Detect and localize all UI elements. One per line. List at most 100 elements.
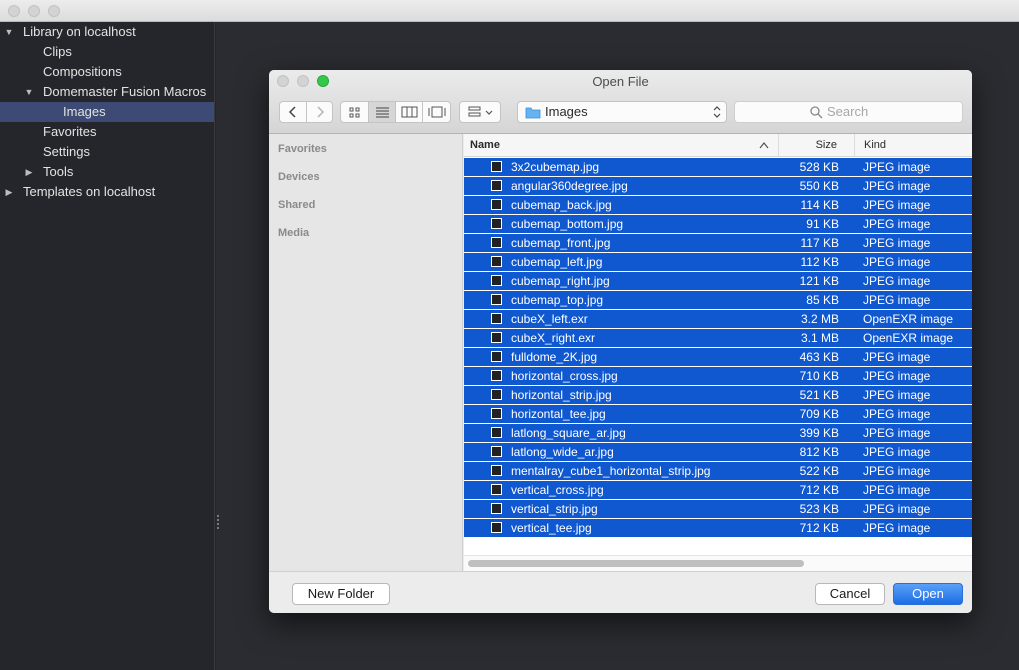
image-file-icon xyxy=(491,237,502,248)
disclosure-collapsed-icon[interactable]: ▶ xyxy=(4,182,14,202)
image-file-icon xyxy=(491,218,502,229)
close-window-button[interactable] xyxy=(8,5,20,17)
image-file-icon xyxy=(491,427,502,438)
search-field[interactable]: Search xyxy=(734,101,963,123)
tree-item[interactable]: ▶ Tools xyxy=(0,162,214,182)
icon-view-button[interactable] xyxy=(341,102,368,122)
chevron-right-icon xyxy=(317,106,325,118)
file-kind: JPEG image xyxy=(863,255,931,269)
kind-column-header[interactable]: Kind xyxy=(854,134,972,156)
file-row[interactable]: cubemap_right.jpg 121 KB JPEG image xyxy=(464,272,972,291)
disclosure-collapsed-icon[interactable]: ▶ xyxy=(24,162,34,182)
dialog-title: Open File xyxy=(592,74,649,89)
list-header: Name Size Kind xyxy=(464,134,972,157)
file-row[interactable]: cubemap_bottom.jpg 91 KB JPEG image xyxy=(464,215,972,234)
file-row[interactable]: cubemap_left.jpg 112 KB JPEG image xyxy=(464,253,972,272)
open-file-dialog: Open File Images Search Favorites Device… xyxy=(269,70,972,613)
size-column-label: Size xyxy=(815,139,837,151)
file-name: 3x2cubemap.jpg xyxy=(511,160,600,174)
tree-item[interactable]: ▶ Templates on localhost xyxy=(0,182,214,202)
file-row[interactable]: cubemap_back.jpg 114 KB JPEG image xyxy=(464,196,972,215)
file-size: 463 KB xyxy=(799,350,839,364)
sidebar-section-header[interactable]: Favorites xyxy=(278,143,327,155)
image-file-icon xyxy=(491,484,502,495)
file-size: 812 KB xyxy=(799,445,839,459)
image-file-icon xyxy=(491,408,502,419)
back-button[interactable] xyxy=(280,102,306,122)
file-size: 85 KB xyxy=(806,293,839,307)
tree-item-label: Favorites xyxy=(43,124,97,139)
sidebar-section-header[interactable]: Media xyxy=(278,227,309,239)
image-file-icon xyxy=(491,446,502,457)
horizontal-scrollbar[interactable] xyxy=(464,555,972,571)
file-row[interactable]: vertical_strip.jpg 523 KB JPEG image xyxy=(464,500,972,519)
tree-item[interactable]: ▼ Library on localhost xyxy=(0,22,214,42)
file-row[interactable]: angular360degree.jpg 550 KB JPEG image xyxy=(464,177,972,196)
file-kind: OpenEXR image xyxy=(863,331,954,345)
name-column-header[interactable]: Name xyxy=(470,134,776,156)
tree-item-label: Settings xyxy=(43,144,90,159)
file-list: Name Size Kind 3x2cubemap.jpg 528 KB JPEG … xyxy=(464,134,972,571)
cover-flow-button[interactable] xyxy=(422,102,451,122)
file-rows: 3x2cubemap.jpg 528 KB JPEG image angular360… xyxy=(464,158,972,538)
file-row[interactable]: horizontal_strip.jpg 521 KB JPEG image xyxy=(464,386,972,405)
file-size: 522 KB xyxy=(799,464,839,478)
sidebar-splitter-handle[interactable] xyxy=(217,515,221,529)
file-row[interactable]: horizontal_tee.jpg 709 KB JPEG image xyxy=(464,405,972,424)
image-file-icon xyxy=(491,465,502,476)
disclosure-expanded-icon[interactable]: ▼ xyxy=(4,22,14,42)
disclosure-expanded-icon[interactable]: ▼ xyxy=(24,82,34,102)
location-label: Images xyxy=(545,104,588,119)
file-row[interactable]: horizontal_cross.jpg 710 KB JPEG image xyxy=(464,367,972,386)
file-kind: JPEG image xyxy=(863,502,931,516)
file-row[interactable]: cubemap_top.jpg 85 KB JPEG image xyxy=(464,291,972,310)
file-name: latlong_square_ar.jpg xyxy=(511,426,626,440)
tree-item[interactable]: Favorites xyxy=(0,122,214,142)
file-row[interactable]: mentalray_cube1_horizontal_strip.jpg 522 … xyxy=(464,462,972,481)
tree-item[interactable]: ▼ Domemaster Fusion Macros xyxy=(0,82,214,102)
image-file-icon xyxy=(491,522,502,533)
tree-item-label: Library on localhost xyxy=(23,24,136,39)
size-column-header[interactable]: Size xyxy=(778,134,839,156)
file-row[interactable]: cubeX_right.exr 3.1 MB OpenEXR image xyxy=(464,329,972,348)
sidebar-section-header[interactable]: Devices xyxy=(278,171,320,183)
file-size: 523 KB xyxy=(799,502,839,516)
file-size: 112 KB xyxy=(800,255,839,269)
column-view-button[interactable] xyxy=(395,102,423,122)
file-name: vertical_tee.jpg xyxy=(511,521,592,535)
cancel-button[interactable]: Cancel xyxy=(815,583,885,605)
file-row[interactable]: vertical_tee.jpg 712 KB JPEG image xyxy=(464,519,972,538)
file-row[interactable]: fulldome_2K.jpg 463 KB JPEG image xyxy=(464,348,972,367)
sidebar-section-header[interactable]: Shared xyxy=(278,199,315,211)
image-file-icon xyxy=(491,180,502,191)
tree-item[interactable]: Settings xyxy=(0,142,214,162)
tree-item-label: Tools xyxy=(43,164,74,179)
file-row[interactable]: cubeX_left.exr 3.2 MB OpenEXR image xyxy=(464,310,972,329)
file-kind: JPEG image xyxy=(863,445,931,459)
file-row[interactable]: vertical_cross.jpg 712 KB JPEG image xyxy=(464,481,972,500)
file-row[interactable]: 3x2cubemap.jpg 528 KB JPEG image xyxy=(464,158,972,177)
arrange-dropdown[interactable] xyxy=(459,101,501,123)
file-name: cubemap_back.jpg xyxy=(511,198,612,212)
list-view-button[interactable] xyxy=(368,102,396,122)
file-name: horizontal_cross.jpg xyxy=(511,369,618,383)
tree-item[interactable]: Images xyxy=(0,102,214,122)
scrollbar-thumb[interactable] xyxy=(468,560,804,567)
file-size: 121 KB xyxy=(799,274,839,288)
file-row[interactable]: latlong_square_ar.jpg 399 KB JPEG image xyxy=(464,424,972,443)
location-popup[interactable]: Images xyxy=(517,101,727,123)
open-button[interactable]: Open xyxy=(893,583,963,605)
file-row[interactable]: latlong_wide_ar.jpg 812 KB JPEG image xyxy=(464,443,972,462)
minimize-window-button[interactable] xyxy=(28,5,40,17)
file-size: 709 KB xyxy=(799,407,839,421)
zoom-window-button[interactable] xyxy=(48,5,60,17)
forward-button[interactable] xyxy=(306,102,333,122)
file-name: latlong_wide_ar.jpg xyxy=(511,445,614,459)
new-folder-button[interactable]: New Folder xyxy=(292,583,390,605)
tree-item[interactable]: Clips xyxy=(0,42,214,62)
file-row[interactable]: cubemap_front.jpg 117 KB JPEG image xyxy=(464,234,972,253)
tree-item[interactable]: Compositions xyxy=(0,62,214,82)
image-file-icon xyxy=(491,503,502,514)
file-name: angular360degree.jpg xyxy=(511,179,628,193)
file-size: 91 KB xyxy=(806,217,839,231)
